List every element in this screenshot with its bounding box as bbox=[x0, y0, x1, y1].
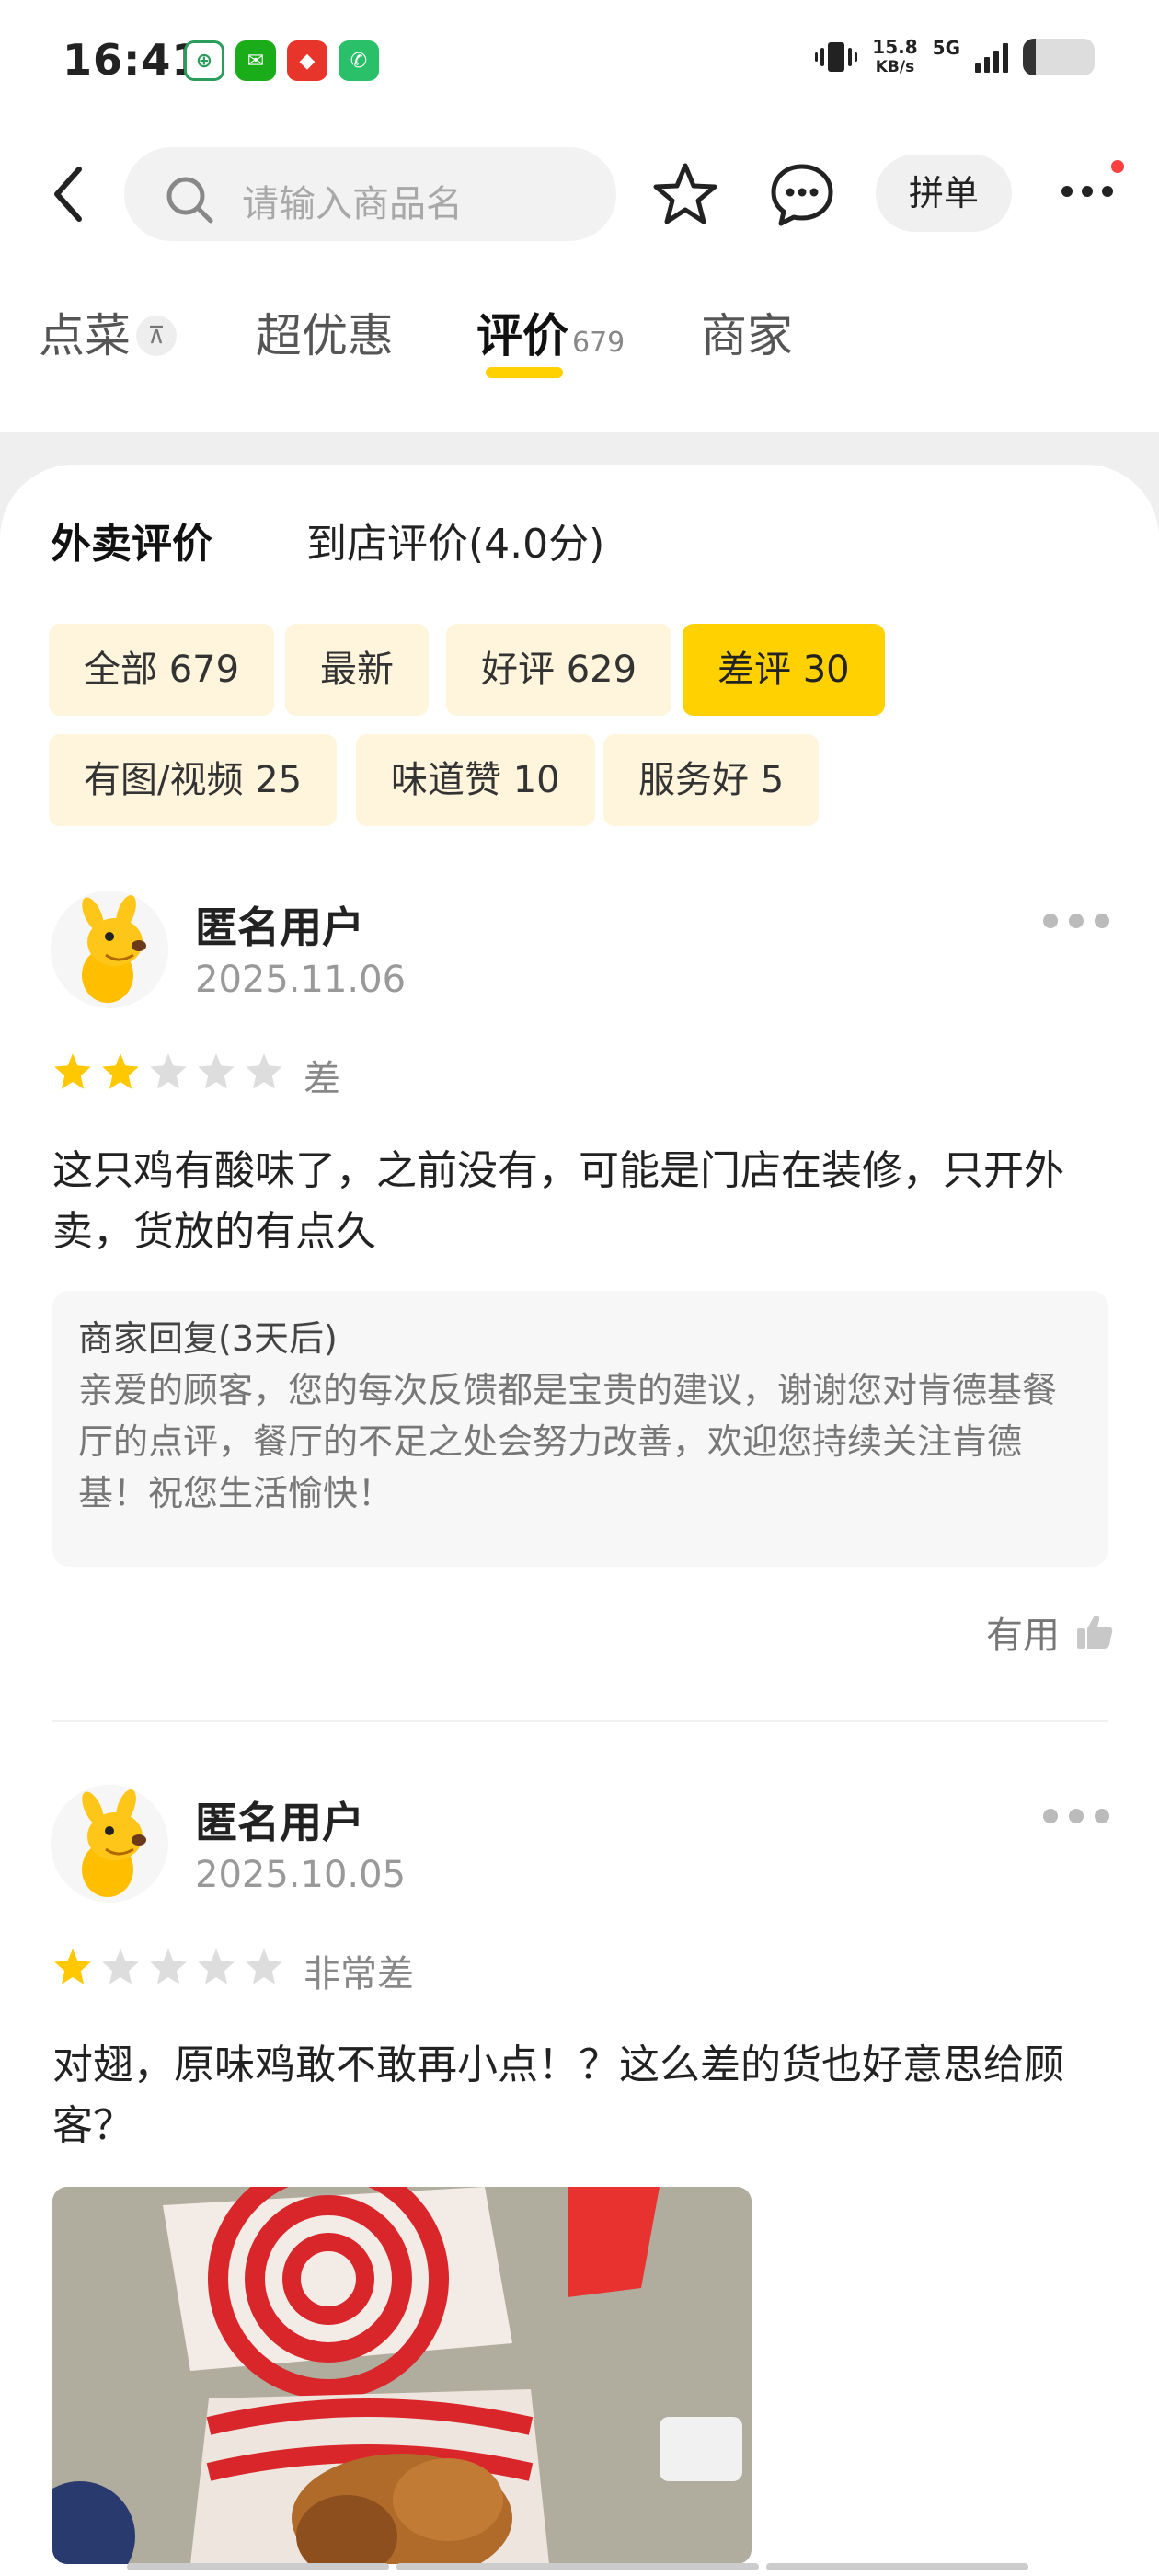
bank-app-icon: ⊕ bbox=[184, 40, 224, 81]
search-input[interactable]: 请输入商品名 bbox=[124, 147, 616, 241]
review-date: 2025.11.06 bbox=[195, 959, 407, 1001]
filter-good-service[interactable]: 服务好 5 bbox=[603, 734, 820, 826]
star-filled-icon bbox=[102, 1053, 139, 1089]
tab-deals[interactable]: 超优惠 bbox=[256, 299, 394, 365]
review-more-icon[interactable] bbox=[1043, 1809, 1109, 1823]
vibrate-icon bbox=[815, 42, 858, 72]
useful-label: 有用 bbox=[986, 1615, 1060, 1657]
delivery-reviews-tab[interactable]: 外卖评价 bbox=[51, 511, 212, 569]
group-order-button[interactable]: 拼单 bbox=[876, 155, 1012, 232]
star-empty-icon bbox=[198, 1949, 235, 1984]
top-bar: 请输入商品名 拼单 bbox=[0, 138, 1159, 248]
merchant-reply: 商家回复(3天后) 亲爱的顾客，您的每次反馈都是宝贵的建议，谢谢您对肯德基餐厅的… bbox=[52, 1291, 1108, 1567]
kangaroo-avatar-icon bbox=[82, 1788, 146, 1897]
rating-label: 差 bbox=[304, 1058, 340, 1100]
wechat-icon: ✉ bbox=[235, 40, 276, 81]
status-bar: 16:41 ⊕ ✉ ◆ ✆ 15.8 KB/s 5G bbox=[0, 0, 1159, 124]
kangaroo-avatar-icon bbox=[82, 894, 146, 1003]
back-icon[interactable] bbox=[44, 162, 99, 226]
battery-icon bbox=[1023, 39, 1095, 75]
store-tabs: 点菜 ⊼ 超优惠 评价 679 商家 bbox=[0, 290, 1159, 391]
filter-with-media[interactable]: 有图/视频 25 bbox=[49, 734, 338, 826]
rating-stars bbox=[52, 1052, 284, 1092]
rating-label: 非常差 bbox=[304, 1953, 414, 1995]
notification-icons: ⊕ ✉ ◆ ✆ bbox=[184, 40, 379, 81]
tab-merchant[interactable]: 商家 bbox=[701, 299, 793, 365]
home-indicator bbox=[127, 2563, 1028, 2570]
star-filled-icon bbox=[54, 1053, 91, 1089]
rating-stars bbox=[52, 1947, 284, 1987]
filter-positive[interactable]: 好评 629 bbox=[446, 624, 672, 716]
review-more-icon[interactable] bbox=[1043, 914, 1109, 928]
review-photo[interactable] bbox=[52, 2187, 752, 2564]
thumbs-up-icon bbox=[1077, 1615, 1113, 1649]
collapse-icon: ⊼ bbox=[136, 315, 177, 356]
instore-reviews-tab[interactable]: 到店评价(4.0分) bbox=[306, 511, 604, 569]
star-empty-icon bbox=[102, 1949, 139, 1984]
useful-button[interactable]: 有用 bbox=[986, 1605, 1115, 1659]
review-divider bbox=[52, 1720, 1108, 1722]
active-tab-indicator bbox=[486, 367, 563, 378]
star-empty-icon bbox=[150, 1949, 187, 1984]
filter-negative[interactable]: 差评 30 bbox=[683, 624, 885, 716]
star-empty-icon bbox=[150, 1053, 187, 1089]
notification-dot bbox=[1111, 160, 1124, 173]
search-placeholder: 请输入商品名 bbox=[242, 183, 463, 225]
status-time: 16:41 bbox=[63, 35, 202, 85]
star-empty-icon bbox=[246, 1949, 282, 1984]
network-speed: 15.8 KB/s bbox=[872, 36, 918, 76]
avatar[interactable] bbox=[51, 1785, 168, 1903]
favorite-star-icon[interactable] bbox=[648, 158, 722, 232]
network-type: 5G bbox=[932, 37, 960, 59]
reviewer-name[interactable]: 匿名用户 bbox=[195, 894, 364, 955]
star-empty-icon bbox=[198, 1053, 235, 1089]
reply-text: 亲爱的顾客，您的每次反馈都是宝贵的建议，谢谢您对肯德基餐厅的点评，餐厅的不足之处… bbox=[78, 1370, 1058, 1513]
fried-chicken-photo bbox=[52, 2187, 752, 2564]
message-icon[interactable] bbox=[765, 158, 839, 232]
phone-icon: ✆ bbox=[339, 40, 379, 81]
more-icon[interactable] bbox=[1050, 164, 1124, 219]
reviewer-name[interactable]: 匿名用户 bbox=[195, 1789, 364, 1850]
star-empty-icon bbox=[246, 1053, 282, 1089]
filter-latest[interactable]: 最新 bbox=[285, 624, 429, 716]
avatar[interactable] bbox=[51, 891, 168, 1008]
signal-icon bbox=[975, 41, 1008, 73]
filter-all[interactable]: 全部 679 bbox=[49, 624, 275, 716]
review-text: 这只鸡有酸味了，之前没有，可能是门店在装修，只开外卖，货放的有点久 bbox=[52, 1147, 1064, 1255]
search-icon bbox=[166, 177, 213, 224]
reply-title: 商家回复(3天后) bbox=[78, 1318, 338, 1359]
review-text: 对翅，原味鸡敢不敢再小点！？这么差的货也好意思给顾客？ bbox=[52, 2041, 1064, 2149]
shopping-app-icon: ◆ bbox=[287, 40, 327, 81]
filter-tasty[interactable]: 味道赞 10 bbox=[356, 734, 595, 826]
review-date: 2025.10.05 bbox=[195, 1854, 407, 1896]
star-filled-icon bbox=[54, 1949, 91, 1984]
tab-reviews[interactable]: 评价 679 bbox=[476, 299, 625, 365]
tab-order[interactable]: 点菜 ⊼ bbox=[39, 299, 177, 365]
